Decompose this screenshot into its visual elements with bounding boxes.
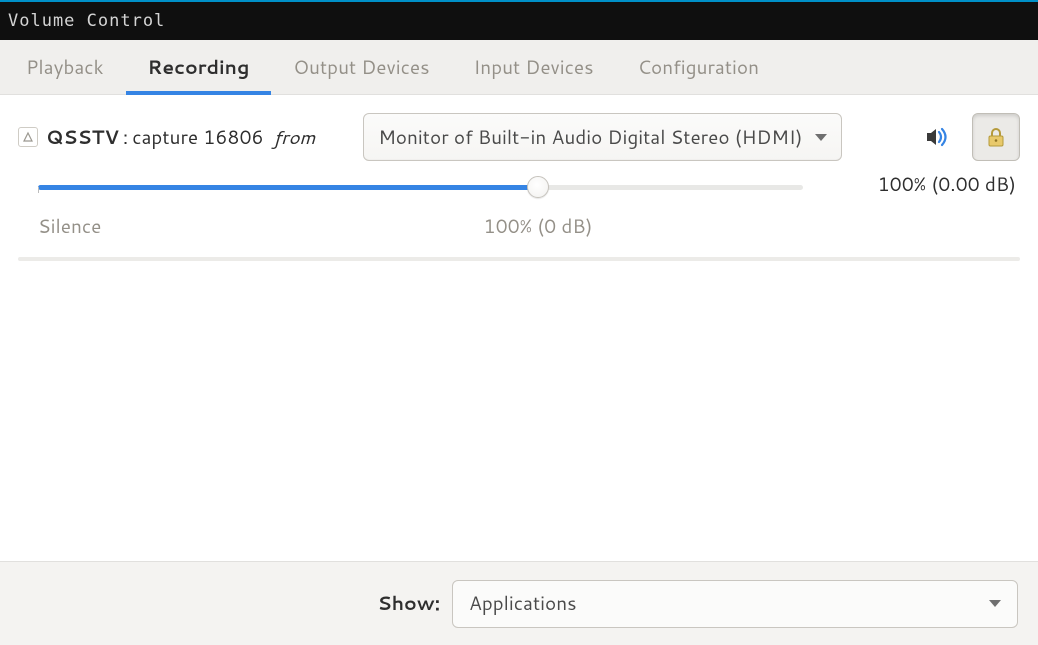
empty-area [0, 261, 1038, 561]
stream-from-label: from [274, 124, 316, 151]
volume-control-window: Volume Control Playback Recording Output… [0, 0, 1038, 645]
tab-recording[interactable]: Recording [126, 40, 272, 94]
volume-slider-area: Silence 100% (0 dB) [38, 175, 823, 239]
source-device-selected: Monitor of Built-in Audio Digital Stereo… [378, 124, 802, 151]
label-silence: Silence [38, 213, 101, 240]
tab-configuration[interactable]: Configuration [616, 40, 781, 94]
chevron-down-icon [815, 134, 827, 141]
recording-content: QSSTV : capture 16806 from Monitor of Bu… [0, 95, 1038, 645]
tab-input-devices-label: Input Devices [474, 54, 594, 81]
volume-slider-fill [38, 185, 538, 190]
speaker-icon [926, 127, 952, 147]
chevron-down-icon [989, 600, 1001, 607]
show-filter-select[interactable]: Applications [452, 580, 1018, 628]
stream-description: capture 16806 [132, 124, 263, 151]
show-label: Show: [377, 590, 440, 617]
stream-label: QSSTV : capture 16806 from [46, 124, 315, 151]
volume-row: Silence 100% (0 dB) 100% (0.00 dB) [18, 175, 1020, 239]
stream-header: QSSTV : capture 16806 from Monitor of Bu… [18, 113, 1020, 161]
window-title: Volume Control [8, 11, 165, 31]
tab-recording-label: Recording [148, 54, 250, 81]
tab-playback[interactable]: Playback [4, 40, 126, 94]
volume-slider-ticks [38, 197, 803, 203]
volume-slider-thumb[interactable] [527, 176, 549, 198]
label-100: 100% (0 dB) [484, 213, 593, 240]
source-device-select[interactable]: Monitor of Built-in Audio Digital Stereo… [363, 113, 841, 161]
footer-bar: Show: Applications [0, 561, 1038, 645]
window-titlebar: Volume Control [0, 2, 1038, 40]
volume-slider[interactable] [38, 175, 823, 199]
stream-app-name: QSSTV [46, 124, 119, 151]
show-filter-selected: Applications [469, 590, 577, 617]
tab-playback-label: Playback [26, 54, 104, 81]
tab-input-devices[interactable]: Input Devices [452, 40, 616, 94]
volume-slider-track [38, 185, 803, 190]
tick-min [38, 187, 39, 193]
mute-button[interactable] [922, 120, 956, 154]
lock-icon [987, 127, 1005, 147]
tab-output-devices[interactable]: Output Devices [271, 40, 451, 94]
volume-readout: 100% (0.00 dB) [878, 171, 1016, 198]
app-icon [18, 127, 38, 147]
stream-separator: : [123, 124, 128, 151]
tab-configuration-label: Configuration [638, 54, 759, 81]
volume-slider-labels: Silence 100% (0 dB) [38, 213, 823, 239]
tab-bar: Playback Recording Output Devices Input … [0, 40, 1038, 95]
stream-qsstv: QSSTV : capture 16806 from Monitor of Bu… [0, 95, 1038, 247]
lock-channels-button[interactable] [972, 113, 1020, 161]
tab-output-devices-label: Output Devices [293, 54, 429, 81]
